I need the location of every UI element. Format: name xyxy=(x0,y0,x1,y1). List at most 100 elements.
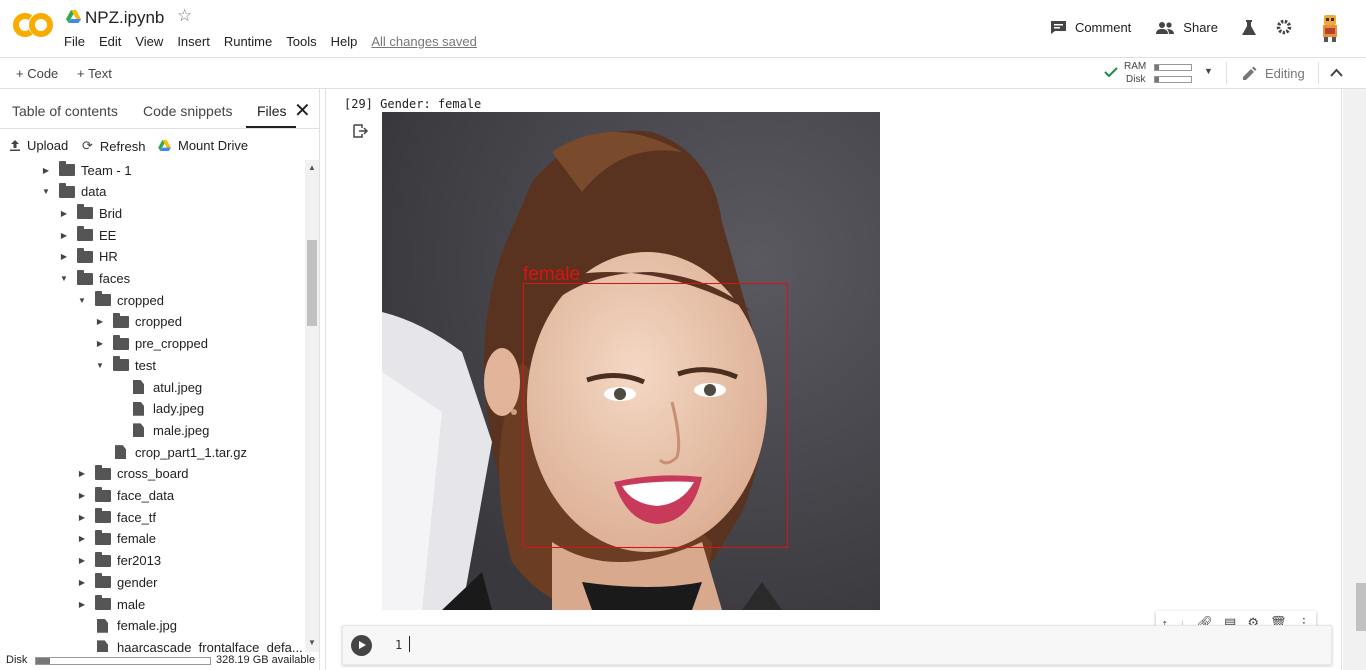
close-icon[interactable]: ✕ xyxy=(294,98,311,123)
share-button[interactable]: Share xyxy=(1155,20,1218,35)
caret-right-icon[interactable]: ▶ xyxy=(58,252,70,261)
output-image: female xyxy=(382,112,880,610)
folder-item[interactable]: ▶ fer2013 xyxy=(76,551,161,571)
menu-tools[interactable]: Tools xyxy=(286,34,316,49)
tree-item-label: face_data xyxy=(117,488,175,503)
tree-item-label: fer2013 xyxy=(117,553,162,569)
scroll-down-icon[interactable]: ▼ xyxy=(308,638,316,647)
caret-right-icon[interactable]: ▶ xyxy=(40,166,52,175)
caret-right-icon[interactable]: ▶ xyxy=(76,578,88,587)
caret-right-icon[interactable]: ▶ xyxy=(94,317,106,326)
save-status[interactable]: All changes saved xyxy=(371,34,477,49)
caret-right-icon[interactable]: ▶ xyxy=(94,339,106,348)
caret-right-icon[interactable]: ▶ xyxy=(76,556,88,565)
menu-view[interactable]: View xyxy=(135,34,163,49)
tree-item-label: data xyxy=(81,184,107,200)
notebook-scrollbar[interactable] xyxy=(1343,89,1366,670)
notebook-toolbar: + Code + Text RAM Disk ▼ Editing xyxy=(0,57,1366,89)
text-cursor xyxy=(409,636,410,652)
add-text-button[interactable]: + Text xyxy=(77,66,112,81)
caret-right-icon[interactable]: ▶ xyxy=(76,534,88,543)
folder-item[interactable]: ▶ Team - 1 xyxy=(40,160,132,180)
notebook-title[interactable]: NPZ.ipynb xyxy=(85,8,164,28)
folder-item[interactable]: ▶ pre_cropped xyxy=(94,334,208,354)
file-icon xyxy=(133,401,144,416)
folder-icon xyxy=(95,291,111,307)
folder-item[interactable]: ▼ faces xyxy=(58,269,130,289)
scroll-up-icon[interactable]: ▲ xyxy=(308,163,316,172)
colab-logo[interactable] xyxy=(13,12,53,38)
folder-item[interactable]: ▼ test xyxy=(94,355,156,375)
folder-item[interactable]: ▶ cropped xyxy=(94,312,182,332)
file-item[interactable]: haarcascade_frontalface_defa... xyxy=(76,637,303,652)
file-item[interactable]: lady.jpeg xyxy=(112,399,204,419)
tree-item-label: female.jpg xyxy=(117,618,177,634)
file-item[interactable]: crop_part1_1.tar.gz xyxy=(94,442,247,462)
menu-edit[interactable]: Edit xyxy=(99,34,121,49)
comment-button[interactable]: Comment xyxy=(1050,20,1131,35)
folder-icon xyxy=(95,573,111,589)
resource-monitor[interactable]: RAM Disk ▼ xyxy=(1104,60,1219,86)
code-cell[interactable]: 1 xyxy=(342,625,1332,665)
caret-right-icon[interactable]: ▶ xyxy=(58,231,70,240)
folder-item[interactable]: ▶ cross_board xyxy=(76,464,189,484)
file-icon xyxy=(133,423,144,438)
caret-down-icon[interactable]: ▼ xyxy=(58,274,70,283)
notebook-scrollbar-thumb[interactable] xyxy=(1356,583,1366,631)
caret-right-icon[interactable]: ▶ xyxy=(76,513,88,522)
menu-insert[interactable]: Insert xyxy=(177,34,210,49)
menu-runtime[interactable]: Runtime xyxy=(224,34,272,49)
app-header: NPZ.ipynb ☆ File Edit View Insert Runtim… xyxy=(0,0,1366,57)
flask-icon[interactable] xyxy=(1242,19,1256,35)
upload-label: Upload xyxy=(27,138,69,153)
file-item[interactable]: atul.jpeg xyxy=(112,377,202,397)
caret-down-icon[interactable]: ▼ xyxy=(94,361,106,370)
chevron-up-icon[interactable] xyxy=(1330,68,1343,78)
folder-item[interactable]: ▶ gender xyxy=(76,572,157,592)
scrollbar-thumb[interactable] xyxy=(307,240,317,326)
tab-files[interactable]: Files xyxy=(257,103,287,119)
folder-item[interactable]: ▶ face_tf xyxy=(76,507,156,527)
editing-mode-button[interactable]: Editing xyxy=(1242,66,1305,81)
caret-down-icon[interactable]: ▼ xyxy=(76,296,88,305)
sidebar-scrollbar[interactable]: ▲ ▼ xyxy=(305,160,319,652)
folder-icon xyxy=(59,182,75,198)
tree-item-label: face_tf xyxy=(117,509,157,525)
tab-table-of-contents[interactable]: Table of contents xyxy=(12,103,118,119)
folder-item[interactable]: ▶ EE xyxy=(58,225,116,245)
caret-right-icon[interactable]: ▶ xyxy=(58,209,70,218)
tab-code-snippets[interactable]: Code snippets xyxy=(143,103,233,119)
mount-drive-button[interactable]: Mount Drive xyxy=(158,138,248,153)
gear-icon[interactable] xyxy=(1276,19,1292,35)
user-avatar[interactable] xyxy=(1314,11,1346,43)
caret-right-icon[interactable]: ▶ xyxy=(76,600,88,609)
file-item[interactable]: male.jpeg xyxy=(112,420,209,440)
file-tree: ▶ Team - 1 ▼ data ▶ Brid ▶ EE ▶ HR ▼ faces ▼ cropped ▶… xyxy=(0,160,305,652)
folder-item[interactable]: ▶ male xyxy=(76,594,145,614)
caret-right-icon[interactable]: ▶ xyxy=(76,491,88,500)
folder-item[interactable]: ▶ face_data xyxy=(76,486,174,506)
chevron-down-icon[interactable]: ▼ xyxy=(1204,66,1213,76)
refresh-button[interactable]: ⟳ Refresh xyxy=(82,138,145,154)
disk-usage-bar xyxy=(35,657,211,665)
menu-help[interactable]: Help xyxy=(331,34,358,49)
toolbar-divider xyxy=(1318,62,1319,84)
folder-item[interactable]: ▶ HR xyxy=(58,247,118,267)
run-cell-button[interactable] xyxy=(351,635,372,656)
mount-drive-label: Mount Drive xyxy=(178,138,249,153)
add-code-button[interactable]: + Code xyxy=(16,66,58,81)
caret-down-icon[interactable]: ▼ xyxy=(40,187,52,196)
folder-item[interactable]: ▶ female xyxy=(76,529,156,549)
folder-item[interactable]: ▼ data xyxy=(40,182,106,202)
upload-button[interactable]: Upload xyxy=(10,138,68,153)
editing-label: Editing xyxy=(1265,66,1305,81)
folder-item[interactable]: ▼ cropped xyxy=(76,290,164,310)
file-item[interactable]: female.jpg xyxy=(76,616,177,636)
notebook-main: [29] Gender: female female ↑ ↓ 🔗︎ ▤ ⚙ 🗑︎… xyxy=(321,89,1366,670)
folder-item[interactable]: ▶ Brid xyxy=(58,203,122,223)
output-actions-icon[interactable] xyxy=(353,124,368,138)
caret-right-icon[interactable]: ▶ xyxy=(76,469,88,478)
star-icon[interactable]: ☆ xyxy=(177,6,192,26)
menu-bar: File Edit View Insert Runtime Tools Help… xyxy=(64,34,491,49)
menu-file[interactable]: File xyxy=(64,34,85,49)
